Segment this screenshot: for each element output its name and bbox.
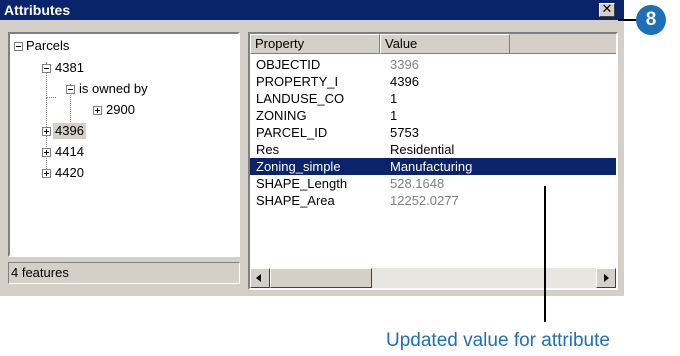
property-name: SHAPE_Length <box>256 176 348 191</box>
attribute-row[interactable]: LANDUSE_CO 1 <box>250 90 616 107</box>
attribute-row[interactable]: OBJECTID 3396 <box>250 56 616 73</box>
property-name: LANDUSE_CO <box>256 91 345 106</box>
callout-number-badge: 8 <box>636 5 666 35</box>
attributes-window: Attributes ✕ Parcels 4381 is owned by 29… <box>0 0 624 296</box>
scroll-left-button[interactable] <box>250 268 270 288</box>
attribute-row[interactable]: PARCEL_ID 5753 <box>250 124 616 141</box>
tree-node-4420[interactable]: 4420 <box>55 165 84 181</box>
left-arrow-icon <box>256 274 261 282</box>
close-button[interactable]: ✕ <box>599 2 615 17</box>
right-arrow-icon <box>604 274 609 282</box>
property-value[interactable]: 1 <box>390 90 397 107</box>
feature-count-status: 4 features <box>8 262 240 284</box>
tree-node-4396[interactable]: 4396 <box>53 123 86 139</box>
attribute-row[interactable]: PROPERTY_I 4396 <box>250 73 616 90</box>
property-name: Zoning_simple <box>256 159 341 174</box>
attribute-grid[interactable]: Property Value OBJECTID 3396 PROPERTY_I … <box>248 32 618 290</box>
attribute-row[interactable]: ZONING 1 <box>250 107 616 124</box>
scrollbar-thumb[interactable] <box>270 268 372 288</box>
property-name: ZONING <box>256 108 307 123</box>
attribute-row[interactable]: SHAPE_Area 12252.0277 <box>250 192 616 209</box>
feature-tree[interactable]: Parcels 4381 is owned by 2900 4396 4414 … <box>8 32 240 257</box>
window-title: Attributes <box>4 2 71 18</box>
tree-node-relationship[interactable]: is owned by <box>79 81 148 97</box>
expand-icon[interactable] <box>93 106 102 115</box>
property-value[interactable]: 5753 <box>390 124 419 141</box>
tree-node-4381[interactable]: 4381 <box>55 60 84 76</box>
expand-icon[interactable] <box>42 148 51 157</box>
property-name: SHAPE_Area <box>256 193 335 208</box>
property-value[interactable]: 1 <box>390 107 397 124</box>
tree-connector <box>46 97 56 98</box>
property-value[interactable]: Residential <box>390 141 454 158</box>
attribute-row[interactable]: Res Residential <box>250 141 616 158</box>
expand-icon[interactable] <box>42 127 51 136</box>
attribute-row-selected[interactable]: Zoning_simple Manufacturing <box>250 158 616 175</box>
header-filler <box>510 34 616 54</box>
horizontal-scrollbar[interactable] <box>250 268 616 288</box>
property-name: Res <box>256 142 280 157</box>
property-value: 12252.0277 <box>390 193 459 208</box>
annotation-text: Updated value for attribute <box>386 330 610 351</box>
property-value: 528.1648 <box>390 176 445 191</box>
tree-root-parcels[interactable]: Parcels <box>26 38 69 54</box>
tree-connector <box>46 98 47 175</box>
annotation-leader-line <box>544 186 546 322</box>
property-name: OBJECTID <box>256 57 321 72</box>
expand-icon[interactable] <box>42 169 51 178</box>
collapse-icon[interactable] <box>66 85 75 94</box>
tree-node-4414[interactable]: 4414 <box>55 144 84 160</box>
property-value[interactable]: 4396 <box>390 73 419 90</box>
collapse-icon[interactable] <box>42 64 51 73</box>
close-icon: ✕ <box>601 2 613 17</box>
title-bar[interactable]: Attributes ✕ <box>0 0 624 20</box>
tree-node-2900[interactable]: 2900 <box>106 102 135 118</box>
property-value: 3396 <box>390 57 419 72</box>
column-header-value[interactable]: Value <box>380 34 510 54</box>
column-header-property[interactable]: Property <box>250 34 380 54</box>
scroll-right-button[interactable] <box>596 268 616 288</box>
property-name: PARCEL_ID <box>256 125 328 140</box>
property-name: PROPERTY_I <box>256 74 339 89</box>
collapse-icon[interactable] <box>14 42 23 51</box>
property-value[interactable]: Manufacturing <box>390 158 472 175</box>
attribute-row[interactable]: SHAPE_Length 528.1648 <box>250 175 616 192</box>
